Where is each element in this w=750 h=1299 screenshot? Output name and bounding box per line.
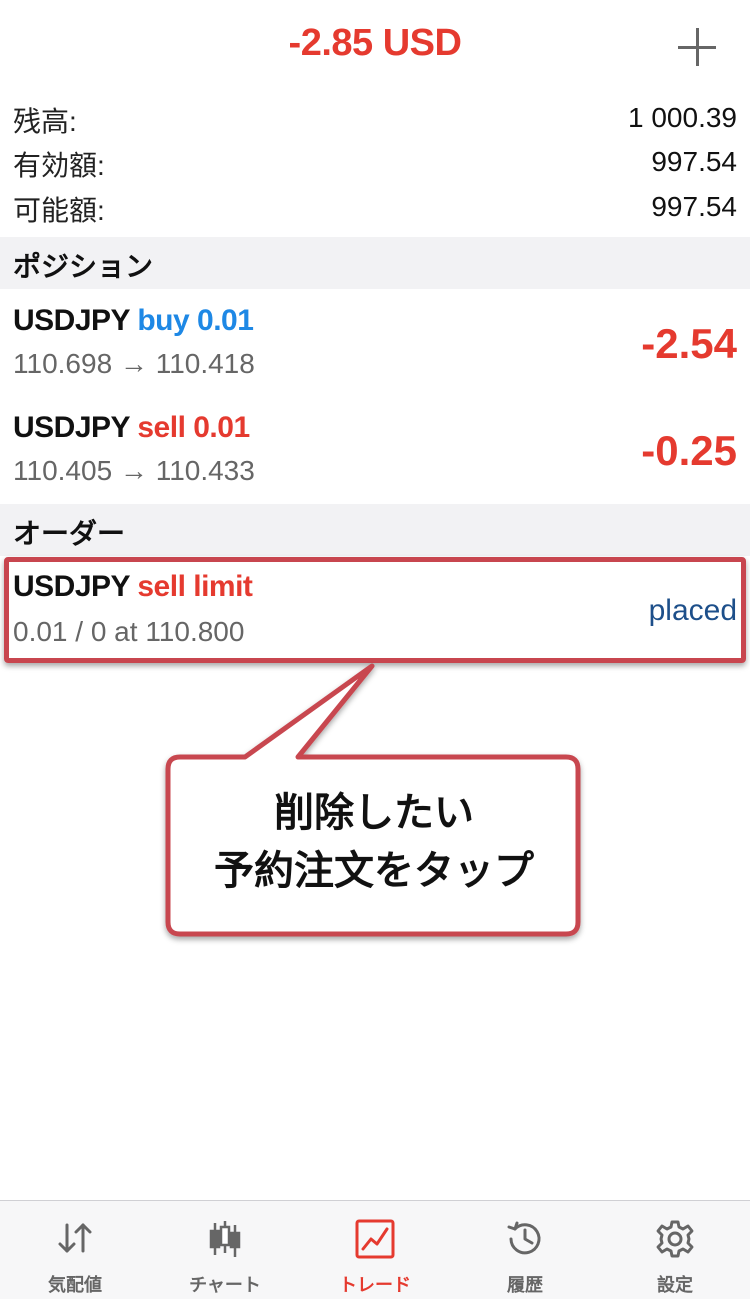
tab-label: チャート bbox=[189, 1275, 261, 1295]
order-side: sell limit bbox=[137, 570, 253, 603]
position-side: buy 0.01 bbox=[137, 304, 254, 337]
positions-section-header: ポジション bbox=[0, 237, 750, 289]
order-symbol: USDJPY bbox=[13, 570, 130, 603]
tab-quotes[interactable]: 気配値 bbox=[0, 1201, 150, 1299]
tab-label: トレード bbox=[339, 1275, 411, 1295]
position-row-buy[interactable]: USDJPY buy 0.01 110.698 → 110.418 -2.54 bbox=[0, 290, 750, 398]
free-margin-row: 可能額: 997.54 bbox=[0, 189, 750, 231]
position-prices: 110.405 → 110.433 bbox=[13, 455, 255, 486]
tab-trade[interactable]: トレード bbox=[300, 1201, 450, 1299]
tab-chart[interactable]: チャート bbox=[150, 1201, 300, 1299]
tab-label: 気配値 bbox=[48, 1275, 102, 1295]
callout-text: 削除したい 予約注文をタップ bbox=[168, 784, 580, 900]
equity-label: 有効額: bbox=[13, 150, 105, 181]
trade-chart-icon bbox=[355, 1219, 395, 1259]
orders-section-header: オーダー bbox=[0, 504, 750, 556]
order-detail: 0.01 / 0 at 110.800 bbox=[13, 616, 245, 647]
plus-icon[interactable] bbox=[678, 28, 716, 66]
position-row-sell[interactable]: USDJPY sell 0.01 110.405 → 110.433 -0.25 bbox=[0, 397, 750, 505]
orders-section-title: オーダー bbox=[13, 518, 126, 549]
balance-value: 1 000.39 bbox=[628, 102, 737, 133]
free-margin-value: 997.54 bbox=[651, 191, 737, 222]
callout-line-1: 削除したい bbox=[274, 791, 474, 835]
position-side: sell 0.01 bbox=[137, 411, 250, 444]
position-prices: 110.698 → 110.418 bbox=[13, 348, 255, 379]
callout-line-2: 予約注文をタップ bbox=[214, 849, 534, 893]
equity-value: 997.54 bbox=[651, 146, 737, 177]
position-profit: -2.54 bbox=[641, 320, 737, 367]
position-symbol-line: USDJPY buy 0.01 bbox=[13, 304, 254, 338]
position-symbol: USDJPY bbox=[13, 304, 130, 337]
balance-label: 残高: bbox=[13, 106, 77, 137]
history-clock-icon bbox=[507, 1221, 541, 1255]
tab-settings[interactable]: 設定 bbox=[600, 1201, 750, 1299]
tab-label: 履歴 bbox=[507, 1275, 543, 1295]
quotes-arrows-icon bbox=[58, 1223, 92, 1253]
app-header: -2.85 USD bbox=[0, 0, 750, 96]
positions-section-title: ポジション bbox=[13, 251, 154, 282]
position-symbol: USDJPY bbox=[13, 411, 130, 444]
position-profit: -0.25 bbox=[641, 427, 737, 474]
profit-total-title: -2.85 USD bbox=[288, 22, 462, 64]
order-symbol-line: USDJPY sell limit bbox=[13, 570, 253, 604]
tab-history[interactable]: 履歴 bbox=[450, 1201, 600, 1299]
order-row-sell-limit[interactable]: USDJPY sell limit 0.01 / 0 at 110.800 pl… bbox=[0, 556, 750, 664]
balance-row: 残高: 1 000.39 bbox=[0, 100, 750, 142]
position-symbol-line: USDJPY sell 0.01 bbox=[13, 411, 250, 445]
bottom-tab-bar: 気配値 チャート トレード 履歴 設定 bbox=[0, 1200, 750, 1299]
order-status: placed bbox=[648, 594, 737, 627]
equity-row: 有効額: 997.54 bbox=[0, 144, 750, 186]
candlestick-chart-icon bbox=[209, 1221, 241, 1257]
free-margin-label: 可能額: bbox=[13, 195, 105, 226]
tab-label: 設定 bbox=[657, 1275, 693, 1295]
gear-icon bbox=[656, 1220, 694, 1258]
